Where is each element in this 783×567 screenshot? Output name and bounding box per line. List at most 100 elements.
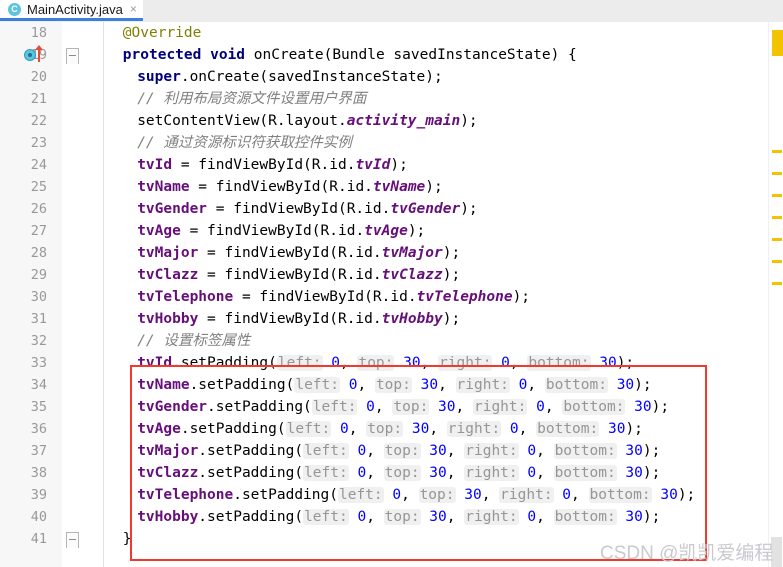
code-line[interactable]: 38 tvClazz.setPadding(left: 0, top: 30, r…: [0, 462, 783, 484]
token-hint: right:: [438, 355, 493, 371]
token-field: tvTelephone: [137, 487, 234, 503]
token-plain: .setPadding(: [233, 487, 338, 503]
token-plain: );: [425, 179, 443, 195]
token-hint: left:: [276, 355, 323, 371]
token-plain: .setPadding(: [189, 377, 295, 393]
code-fold-icon[interactable]: [66, 48, 79, 64]
token-num: 30: [607, 377, 635, 393]
token-num: 0: [357, 399, 375, 415]
code-line[interactable]: 22 setContentView(R.layout.activity_main)…: [0, 110, 783, 132]
code-line[interactable]: 25 tvName = findViewById(R.id.tvName);: [0, 176, 783, 198]
line-number: 29: [30, 267, 47, 283]
token-plain: );: [677, 487, 696, 503]
scrollbar-thumb[interactable]: [772, 30, 783, 56]
close-icon[interactable]: ×: [130, 3, 137, 15]
code-line[interactable]: 37 tvMajor.setPadding(left: 0, top: 30, r…: [0, 440, 783, 462]
code-line[interactable]: 26 tvGender = findViewById(R.id.tvGender)…: [0, 198, 783, 220]
code-line[interactable]: 35 tvGender.setPadding(left: 0, top: 30, …: [0, 396, 783, 418]
line-content: tvClazz = findViewById(R.id.tvClazz);: [137, 264, 460, 286]
token-hint: left:: [303, 509, 349, 525]
line-content: tvHobby = findViewById(R.id.tvHobby);: [137, 308, 460, 330]
token-num: 0: [340, 377, 358, 393]
line-content: protected void onCreate(Bundle savedInst…: [123, 44, 577, 66]
warning-marker[interactable]: [772, 238, 782, 241]
line-number: 40: [30, 509, 47, 525]
token-field: tvName: [137, 377, 190, 393]
warning-marker[interactable]: [772, 194, 782, 197]
token-plain: .onCreate(savedInstanceState);: [180, 69, 443, 85]
token-field: tvId: [137, 157, 173, 173]
line-number: 25: [30, 179, 47, 195]
code-line[interactable]: 23 // 通过资源标识符获取控件实例: [0, 132, 783, 154]
line-number: 35: [30, 399, 47, 415]
token-plain: );: [634, 377, 652, 393]
token-plain: );: [642, 509, 661, 525]
token-plain: = findViewById(R.id.: [198, 267, 382, 283]
token-plain: = findViewById(R.id.: [207, 201, 391, 217]
token-plain: onCreate(Bundle savedInstanceState) {: [245, 47, 577, 63]
code-line[interactable]: 40 tvHobby.setPadding(left: 0, top: 30, r…: [0, 506, 783, 528]
token-hint: left:: [311, 399, 358, 415]
code-line[interactable]: 28 tvMajor = findViewById(R.id.tvMajor);: [0, 242, 783, 264]
token-field: tvName: [137, 179, 190, 195]
line-number: 39: [30, 487, 47, 503]
code-line[interactable]: 19protected void onCreate(Bundle savedIn…: [0, 44, 783, 66]
warning-marker[interactable]: [772, 260, 782, 263]
code-line[interactable]: 21 // 利用布局资源文件设置用户界面: [0, 88, 783, 110]
code-fold-end-icon[interactable]: [66, 532, 79, 548]
line-content: setContentView(R.layout.activity_main);: [137, 110, 477, 132]
token-plain: .setPadding(: [172, 355, 277, 371]
code-line[interactable]: 32 // 设置标签属性: [0, 330, 783, 352]
scrollbar-track-bottom[interactable]: [771, 537, 782, 567]
warning-marker[interactable]: [772, 216, 782, 219]
code-line[interactable]: 39 tvTelephone.setPadding(left: 0, top: 3…: [0, 484, 783, 506]
token-plain: );: [442, 311, 461, 327]
tab-mainactivity-java[interactable]: C MainActivity.java ×: [0, 0, 143, 21]
token-plain: );: [642, 465, 661, 481]
code-line[interactable]: 30 tvTelephone = findViewById(R.id.tvTele…: [0, 286, 783, 308]
code-line[interactable]: 33 tvId.setPadding(left: 0, top: 30, righ…: [0, 352, 783, 374]
token-num: 0: [492, 355, 510, 371]
code-line[interactable]: 29 tvClazz = findViewById(R.id.tvClazz);: [0, 264, 783, 286]
code-editor[interactable]: 18 @Override 19protected void onCreate(Bun…: [0, 22, 783, 567]
code-line[interactable]: 20 super.onCreate(savedInstanceState);: [0, 66, 783, 88]
token-hint: right:: [464, 443, 519, 459]
code-line[interactable]: 27 tvAge = findViewById(R.id.tvAge);: [0, 220, 783, 242]
line-number: 32: [30, 333, 47, 349]
token-cmt: // 通过资源标识符获取控件实例: [137, 135, 352, 151]
token-plain: = findViewById(R.id.: [189, 179, 373, 195]
marker-scrollbar-gutter[interactable]: [768, 22, 783, 567]
code-line[interactable]: 31 tvHobby = findViewById(R.id.tvHobby);: [0, 308, 783, 330]
token-field: tvAge: [137, 421, 181, 437]
line-content: }: [123, 528, 132, 550]
warning-marker[interactable]: [772, 172, 782, 175]
token-num: 30: [616, 509, 643, 525]
code-line[interactable]: 24 tvId = findViewById(R.id.tvId);: [0, 154, 783, 176]
override-method-icon[interactable]: [24, 49, 36, 61]
token-fielditalic: tvTelephone: [416, 289, 513, 305]
implementing-arrow-icon[interactable]: [35, 45, 43, 62]
line-content: tvName = findViewById(R.id.tvName);: [137, 176, 443, 198]
code-line[interactable]: 41}: [0, 528, 783, 550]
token-plain: ,: [536, 443, 554, 459]
token-hint: bottom:: [553, 509, 617, 525]
token-cmt: // 设置标签属性: [137, 333, 251, 349]
line-number: 28: [30, 245, 47, 261]
token-plain: .setPadding(: [180, 421, 286, 437]
line-content: tvName.setPadding(left: 0, top: 30, righ…: [137, 374, 652, 396]
code-line[interactable]: 36 tvAge.setPadding(left: 0, top: 30, rig…: [0, 418, 783, 440]
token-num: 0: [348, 509, 367, 525]
warning-marker[interactable]: [772, 282, 782, 285]
token-hint: top:: [383, 509, 421, 525]
token-plain: ,: [571, 487, 589, 503]
token-hint: bottom:: [553, 443, 617, 459]
token-plain: .setPadding(: [198, 465, 304, 481]
warning-marker[interactable]: [772, 150, 782, 153]
token-plain: ,: [348, 421, 367, 437]
line-number: 30: [30, 289, 47, 305]
token-hint: left:: [303, 443, 349, 459]
code-line[interactable]: 18 @Override: [0, 22, 783, 44]
token-plain: ,: [509, 355, 528, 371]
code-line[interactable]: 34 tvName.setPadding(left: 0, top: 30, ri…: [0, 374, 783, 396]
token-num: 30: [599, 421, 626, 437]
